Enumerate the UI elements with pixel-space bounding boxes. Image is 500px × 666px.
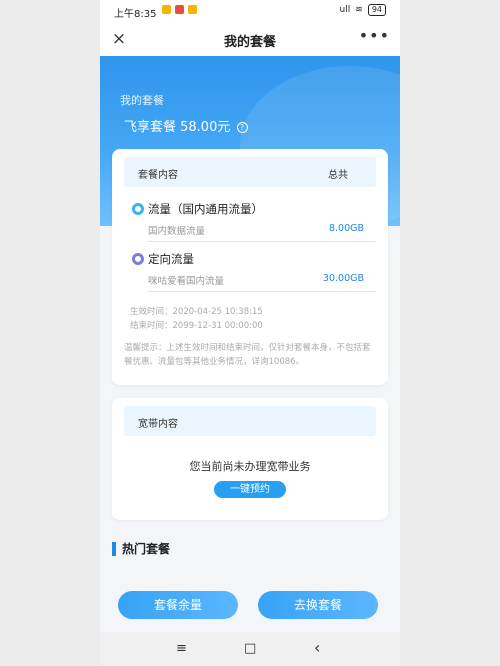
hero-label: 我的套餐 <box>120 94 164 107</box>
more-icon[interactable]: ••• <box>359 26 390 45</box>
radio-dot-icon <box>132 253 144 265</box>
hot-packages-title: 热门套餐 <box>112 542 170 556</box>
menu-icon[interactable]: ≡ <box>176 641 187 656</box>
broadband-header-label: 宽带内容 <box>138 419 178 430</box>
package-item-sub: 咪咕爱看国内流量 <box>148 276 225 287</box>
status-bar: 上午8:35 ull ≋ 94 <box>100 0 400 22</box>
package-item-name: 定向流量 <box>148 252 194 266</box>
book-button[interactable]: 一键预约 <box>214 481 286 498</box>
plan-text: 飞享套餐 58.00元 <box>124 120 231 135</box>
signal-icon: ull <box>339 5 351 15</box>
change-package-button[interactable]: 去换套餐 <box>258 591 378 619</box>
package-item-value: 30.00GB <box>322 273 364 284</box>
radio-dot-icon <box>132 203 144 215</box>
plan-name: 飞享套餐 58.00元 ? <box>124 116 248 135</box>
broadband-empty-text: 您当前尚未办理宽带业务 <box>189 460 311 473</box>
top-nav: × 我的套餐 ••• <box>100 22 400 56</box>
package-header: 套餐内容 总共 <box>124 157 376 187</box>
end-time: 结束时间：2099-12-31 00:00:00 <box>130 321 263 331</box>
package-item-value: 8.00GB <box>328 223 364 234</box>
notification-icon <box>188 5 197 14</box>
home-icon[interactable]: □ <box>244 641 256 656</box>
broadband-card: 宽带内容 您当前尚未办理宽带业务 一键预约 <box>112 398 388 520</box>
notification-icon <box>162 5 171 14</box>
package-card: 套餐内容 总共 流量（国内通用流量） 国内数据流量 8.00GB 定向流量 咪咕… <box>112 149 388 385</box>
balance-button[interactable]: 套餐余量 <box>118 591 238 619</box>
status-time: 上午8:35 <box>114 9 157 20</box>
battery-icon: 94 <box>367 4 386 16</box>
broadband-header: 宽带内容 <box>124 406 376 436</box>
package-header-left: 套餐内容 <box>138 170 178 181</box>
package-header-right: 总共 <box>328 170 348 181</box>
package-item-name: 流量（国内通用流量） <box>148 202 263 216</box>
help-icon[interactable]: ? <box>236 122 248 133</box>
start-time: 生效时间：2020-04-25 10:38:15 <box>130 307 263 317</box>
notification-icon <box>175 5 184 14</box>
wifi-icon: ≋ <box>355 5 363 15</box>
package-item-sub: 国内数据流量 <box>148 226 206 237</box>
divider <box>148 241 376 242</box>
warm-tip: 温馨提示：上述生效时间和结束时间，仅针对套餐本身，不包括套餐优惠、流量包等其他业… <box>124 343 371 367</box>
status-right: ull ≋ 94 <box>340 4 386 16</box>
system-nav-bar: ≡ □ ‹ <box>100 632 400 666</box>
app-frame: 上午8:35 ull ≋ 94 × 我的套餐 ••• 我的套餐 飞享套餐 58.… <box>100 0 400 666</box>
page-title: 我的套餐 <box>223 35 276 50</box>
back-icon[interactable]: ‹ <box>314 638 320 657</box>
divider <box>148 291 376 292</box>
